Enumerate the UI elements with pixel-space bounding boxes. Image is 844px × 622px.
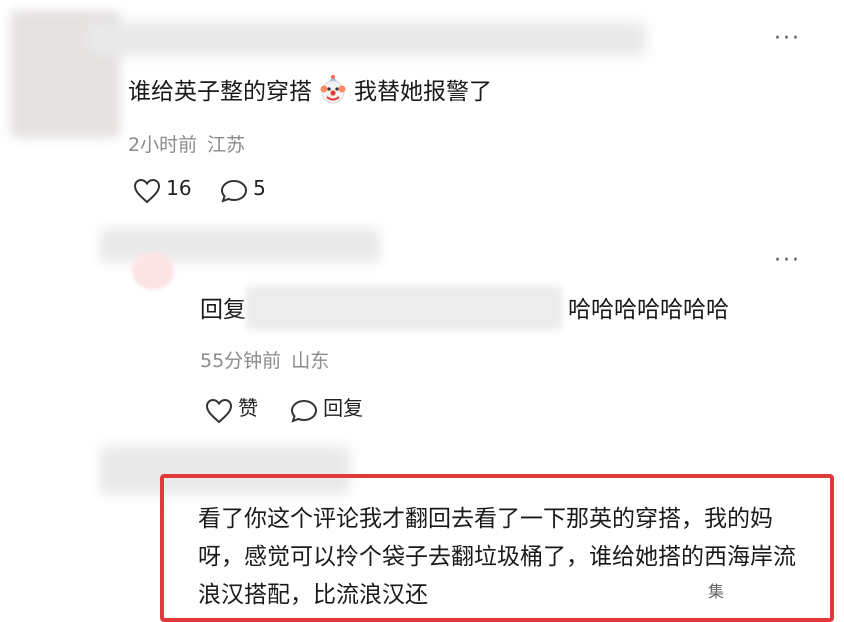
clown-face-emoji-icon — [320, 75, 346, 104]
like-button[interactable]: 16 — [133, 176, 192, 204]
reply-more-options-icon[interactable]: ··· — [774, 250, 801, 272]
timestamp: 2小时前 — [128, 134, 198, 156]
like-count: 16 — [166, 176, 192, 200]
comment-text-part: 我替她报警了 — [354, 79, 492, 105]
reply-count: 5 — [253, 176, 266, 200]
comment-text-part: 谁给英子整的穿搭 — [128, 79, 312, 105]
reply-text: 哈哈哈哈哈哈哈 — [568, 297, 729, 323]
reply-location: 山东 — [291, 350, 330, 372]
reply-button[interactable]: 5 — [220, 176, 266, 204]
heart-icon — [205, 398, 233, 423]
reply-reply-button[interactable]: 回复 — [290, 392, 363, 424]
speech-bubble-icon — [290, 399, 318, 423]
reply-meta: 55分钟前 山东 — [200, 346, 329, 373]
comment-meta: 2小时前 江苏 — [128, 130, 245, 157]
username-blurred — [86, 22, 646, 56]
reply-like-label: 赞 — [238, 396, 259, 420]
reply-prefix: 回复 — [200, 297, 246, 323]
watermark: 集 — [708, 582, 725, 601]
reply-target-blurred — [246, 286, 562, 330]
more-options-icon[interactable]: ··· — [774, 28, 801, 50]
reply-timestamp: 55分钟前 — [200, 350, 282, 372]
speech-bubble-icon — [220, 179, 248, 203]
comment-text: 谁给英子整的穿搭 我替她报警了 — [128, 72, 492, 106]
reply-reply-label: 回复 — [323, 396, 364, 420]
heart-icon — [133, 178, 161, 203]
reply-avatar[interactable] — [132, 252, 174, 290]
location: 江苏 — [207, 134, 246, 156]
reply-like-button[interactable]: 赞 — [205, 392, 258, 424]
